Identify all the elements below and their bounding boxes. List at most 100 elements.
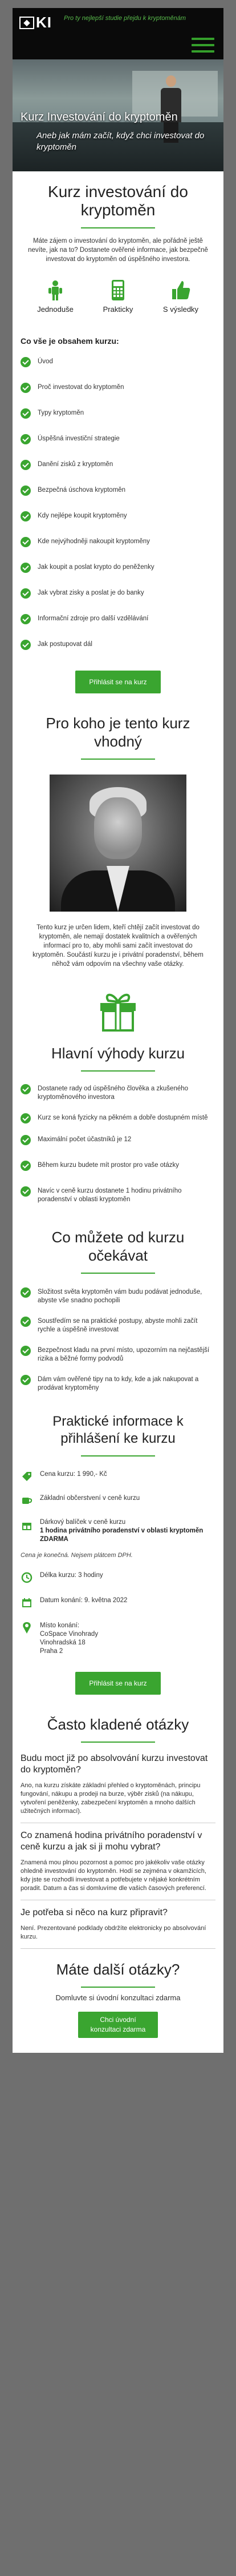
audience-text: Tento kurz je určen lidem, kteří chtějí … xyxy=(32,924,204,968)
list-item: Maximální počet účastníků je 12 xyxy=(21,1135,215,1145)
logo[interactable]: ◆ KI xyxy=(19,14,52,31)
gift-row: Dárkový balíček v ceně kurzu 1 hodina pr… xyxy=(13,1518,223,1544)
list-item: Dostanete rady od úspěšného člověka a zk… xyxy=(21,1084,215,1102)
faq-item: Budu moct již po absolvování kurzu inves… xyxy=(13,1753,223,1816)
check-circle-icon xyxy=(21,485,31,496)
calendar-icon xyxy=(21,1596,33,1609)
intro-heading: Kurz investování do kryptoměn xyxy=(48,183,188,219)
expect-heading: Co můžete od kurzu očekávat xyxy=(51,1229,185,1264)
list-item: Úspěšná investiční strategie xyxy=(21,434,215,444)
list-item: Úvod xyxy=(21,357,215,367)
feature-label: Jednoduše xyxy=(37,305,74,314)
thumbs-up-icon xyxy=(172,281,190,299)
feature-label: Prakticky xyxy=(103,305,133,314)
check-circle-icon xyxy=(21,460,31,470)
check-circle-icon xyxy=(21,1346,31,1356)
gift-line: Dárkový balíček v ceně kurzu xyxy=(40,1519,126,1526)
list-item: Jak koupit a poslat krypto do peněženky xyxy=(21,563,215,573)
list-item: Informační zdroje pro další vzdělávání xyxy=(21,614,215,624)
header-tagline: Pro ty nejlepší studie přejdu k kryptomě… xyxy=(64,15,186,22)
benefits-list: Dostanete rady od úspěšného člověka a zk… xyxy=(13,1084,223,1204)
faq-answer: Znamená mou plnou pozornost a pomoc pro … xyxy=(21,1859,206,1892)
faq-question[interactable]: Je potřeba si něco na kurz připravit? xyxy=(13,1907,223,1919)
expect-list: Složitost světa kryptoměn vám budu podáv… xyxy=(13,1287,223,1393)
duration-row: Délka kurzu: 3 hodiny xyxy=(13,1571,223,1584)
cta-text: Domluvte si úvodní konzultaci zdarma xyxy=(55,1993,181,2002)
check-circle-icon xyxy=(21,1186,31,1197)
check-circle-icon xyxy=(21,1135,31,1145)
consultation-button[interactable]: Chci úvodní konzultaci zdarma xyxy=(78,2012,158,2038)
check-circle-icon xyxy=(21,1161,31,1171)
hero-banner: Kurz Investování do kryptoměn Aneb jak m… xyxy=(13,59,223,171)
main-content: Kurz investování do kryptoměn Máte zájem… xyxy=(13,171,223,2053)
logo-mark: ◆ xyxy=(19,16,34,29)
list-item: Kdy nejlépe koupit kryptoměny xyxy=(21,511,215,521)
gift-small-icon xyxy=(21,1518,33,1531)
gift-bold-line: 1 hodina privátního poradenství v oblast… xyxy=(40,1527,204,1543)
gift-section-icon xyxy=(13,988,223,1032)
list-item: Složitost světa kryptoměn vám budu podáv… xyxy=(21,1287,215,1305)
calculator-icon xyxy=(112,280,124,300)
feature-practical: Prakticky xyxy=(89,279,147,314)
price-note: Cena je konečná. Nejsem plátcem DPH. xyxy=(21,1552,133,1559)
list-item: Proč investovat do kryptoměn xyxy=(21,383,215,393)
faq-question[interactable]: Co znamená hodina privátního poradenství… xyxy=(13,1830,223,1853)
refreshment-row: Základní občerstvení v ceně kurzu xyxy=(13,1494,223,1507)
coffee-icon xyxy=(21,1494,33,1507)
hero-title: Kurz Investování do kryptoměn xyxy=(21,111,178,123)
price-row: Cena kurzu: 1 990,- Kč xyxy=(13,1470,223,1483)
check-circle-icon xyxy=(21,1287,31,1298)
signup-button[interactable]: Přihlásit se na kurz xyxy=(75,671,161,693)
check-circle-icon xyxy=(21,614,31,624)
location-pin-icon xyxy=(21,1622,33,1634)
list-item: Bezpečnost kladu na první místo, upozorn… xyxy=(21,1346,215,1363)
people-icon xyxy=(48,280,62,300)
list-item: Soustředím se na praktické postupy, abys… xyxy=(21,1317,215,1334)
faq-question[interactable]: Budu moct již po absolvování kurzu inves… xyxy=(13,1753,223,1776)
gift-icon xyxy=(100,993,136,1032)
list-item: Dám vám ověřené tipy na to kdy, kde a ja… xyxy=(21,1375,215,1393)
feature-label: S výsledky xyxy=(162,305,199,314)
list-item: Během kurzu budete mít prostor pro vaše … xyxy=(21,1161,215,1171)
list-item: Kde nejvýhodněji nakoupit kryptoměny xyxy=(21,537,215,547)
faq-answer: Ano, na kurzu získáte základní přehled o… xyxy=(21,1782,201,1815)
faq-answer: Není. Prezentované podklady obdržíte ele… xyxy=(21,1925,206,1940)
check-circle-icon xyxy=(21,1113,31,1124)
contents-list: Úvod Proč investovat do kryptoměn Typy k… xyxy=(13,357,223,650)
feature-results: S výsledky xyxy=(152,279,209,314)
check-circle-icon xyxy=(21,511,31,521)
check-circle-icon xyxy=(21,537,31,547)
instructor-photo xyxy=(50,775,186,912)
clock-icon xyxy=(21,1571,33,1584)
faq-item: Je potřeba si něco na kurz připravit? Ne… xyxy=(13,1907,223,1941)
price-tag-icon xyxy=(21,1470,33,1483)
check-circle-icon xyxy=(21,408,31,419)
list-item: Jak postupovat dál xyxy=(21,640,215,650)
check-circle-icon xyxy=(21,640,31,650)
check-circle-icon xyxy=(21,383,31,393)
intro-text: Máte zájem o investování do kryptoměn, a… xyxy=(28,238,208,263)
place-row: Místo konání: CoSpace Vinohrady Vinohrad… xyxy=(13,1622,223,1656)
list-item: Bezpečná úschova kryptoměn xyxy=(21,485,215,496)
list-item: Navíc v ceně kurzu dostanete 1 hodinu pr… xyxy=(21,1186,215,1204)
check-circle-icon xyxy=(21,588,31,599)
check-circle-icon xyxy=(21,434,31,444)
hero-subtitle: Aneb jak mám začít, když chci investovat… xyxy=(36,131,205,152)
feature-row: Jednoduše Prakticky S výsledky xyxy=(13,279,223,314)
check-circle-icon xyxy=(21,1375,31,1385)
practical-heading: Praktické informace k přihlášení ke kurz… xyxy=(52,1414,184,1446)
site-header: ◆ KI Pro ty nejlepší studie přejdu k kry… xyxy=(13,8,223,59)
faq-item: Co znamená hodina privátního poradenství… xyxy=(13,1830,223,1893)
faq-heading: Často kladené otázky xyxy=(47,1716,189,1733)
hamburger-menu-icon[interactable] xyxy=(192,38,214,53)
check-circle-icon xyxy=(21,1317,31,1327)
list-item: Jak vybrat zisky a poslat je do banky xyxy=(21,588,215,599)
logo-text: KI xyxy=(36,14,52,31)
check-circle-icon xyxy=(21,357,31,367)
feature-simple: Jednoduše xyxy=(27,279,84,314)
cta-heading: Máte další otázky? xyxy=(56,1961,180,1978)
list-item: Kurz se koná fyzicky na pěkném a dobře d… xyxy=(21,1113,215,1124)
signup-button-secondary[interactable]: Přihlásit se na kurz xyxy=(75,1672,161,1695)
benefits-heading: Hlavní výhody kurzu xyxy=(51,1045,185,1062)
page: ◆ KI Pro ty nejlepší studie přejdu k kry… xyxy=(0,0,236,2576)
